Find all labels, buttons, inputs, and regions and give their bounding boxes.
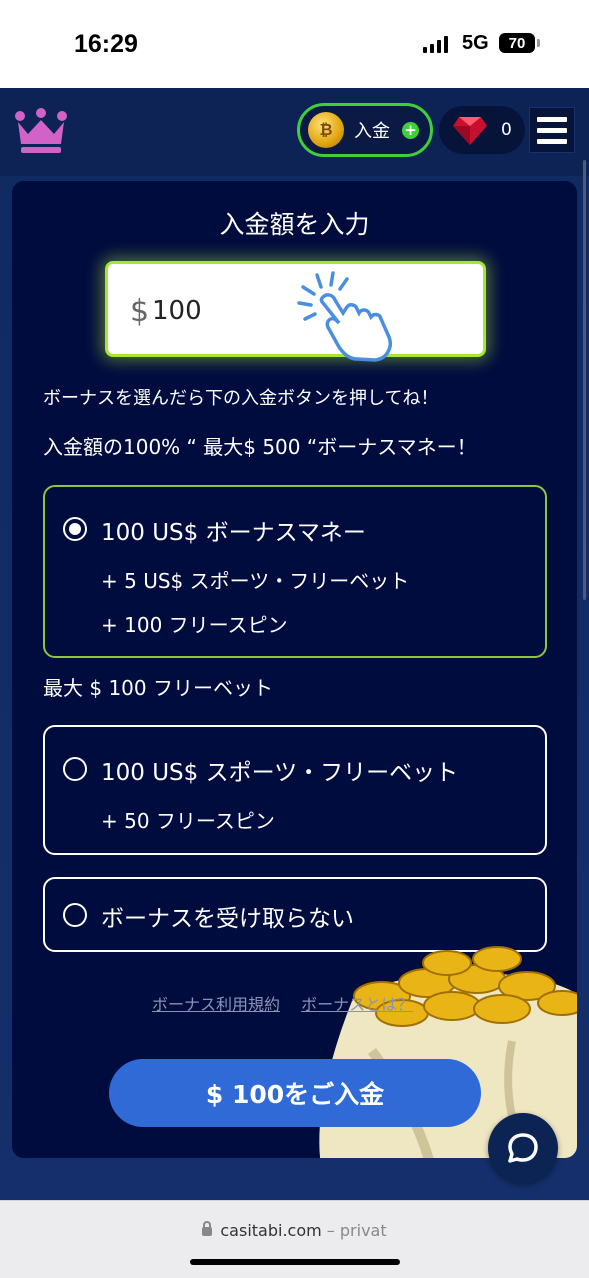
radio-selected[interactable] [63, 517, 87, 541]
hamburger-menu-icon[interactable] [529, 107, 575, 153]
site-header: ₿ 入金 + 0 [0, 88, 589, 176]
url-bar[interactable]: casitabi.com – privat [0, 1221, 589, 1240]
signal-icon [423, 36, 448, 53]
bonus-option-freebet[interactable]: 100 US$ スポーツ・フリーベット + 50 フリースピン [43, 725, 547, 855]
url-suffix: – privat [326, 1221, 387, 1240]
crown-icon[interactable] [14, 108, 68, 154]
bonus-about-link[interactable]: ボーナスとは？ [301, 995, 413, 1014]
option-label: ボーナスを受け取らない [101, 906, 354, 932]
bonus-option-money[interactable]: 100 US$ ボーナスマネー + 5 US$ スポーツ・フリーベット + 10… [43, 485, 547, 658]
option-sub-freespin: + 100 フリースピン [101, 613, 288, 637]
option-label: 100 US$ ボーナスマネー [101, 520, 366, 546]
gem-balance[interactable]: 0 [439, 106, 525, 154]
radio-unselected[interactable] [63, 903, 87, 927]
deposit-card: 入金額を入力 $ ボーナスを選んだら下の入金ボタンを押してね！ 入金額の100%… [12, 181, 577, 1158]
option-label: 100 US$ スポーツ・フリーベット [101, 760, 459, 786]
coin-icon: ₿ [308, 112, 344, 148]
battery-icon: 70 [499, 33, 540, 53]
home-indicator[interactable] [190, 1259, 400, 1265]
radio-unselected[interactable] [63, 757, 87, 781]
chat-bubble-icon [508, 1133, 538, 1163]
bonus-links: ボーナス利用規約 ボーナスとは？ [152, 991, 429, 1015]
card-title: 入金額を入力 [219, 210, 370, 239]
status-bar: 16:29 5G 70 [0, 0, 589, 88]
option-sub-freebet: + 5 US$ スポーツ・フリーベット [101, 569, 410, 593]
url-domain: casitabi.com [220, 1221, 322, 1240]
chat-button[interactable] [488, 1113, 558, 1183]
bonus-terms-link[interactable]: ボーナス利用規約 [152, 995, 280, 1014]
promo-text: 入金額の100% “ 最大$ 500 “ボーナスマネー！ [43, 435, 477, 459]
network-type: 5G [462, 32, 489, 54]
battery-level: 70 [508, 34, 526, 52]
ruby-gem-icon [453, 117, 487, 145]
currency-symbol: $ [130, 294, 150, 329]
scrollbar[interactable] [583, 160, 586, 600]
option-sub-freespin: + 50 フリースピン [101, 809, 275, 833]
bonus-hint-text: ボーナスを選んだら下の入金ボタンを押してね！ [43, 388, 439, 409]
plus-icon: + [402, 121, 419, 139]
tap-hand-icon [297, 271, 392, 362]
max-freebet-heading: 最大 $ 100 フリーベット [43, 676, 273, 700]
status-time: 16:29 [74, 30, 138, 58]
gem-count: 0 [501, 120, 512, 140]
header-deposit-button[interactable]: ₿ 入金 + [297, 103, 433, 157]
browser-bar: casitabi.com – privat [0, 1200, 589, 1278]
lock-icon [202, 1221, 213, 1236]
deposit-submit-button[interactable]: $ 100をご入金 [109, 1059, 481, 1127]
deposit-label: 入金 [354, 121, 390, 142]
